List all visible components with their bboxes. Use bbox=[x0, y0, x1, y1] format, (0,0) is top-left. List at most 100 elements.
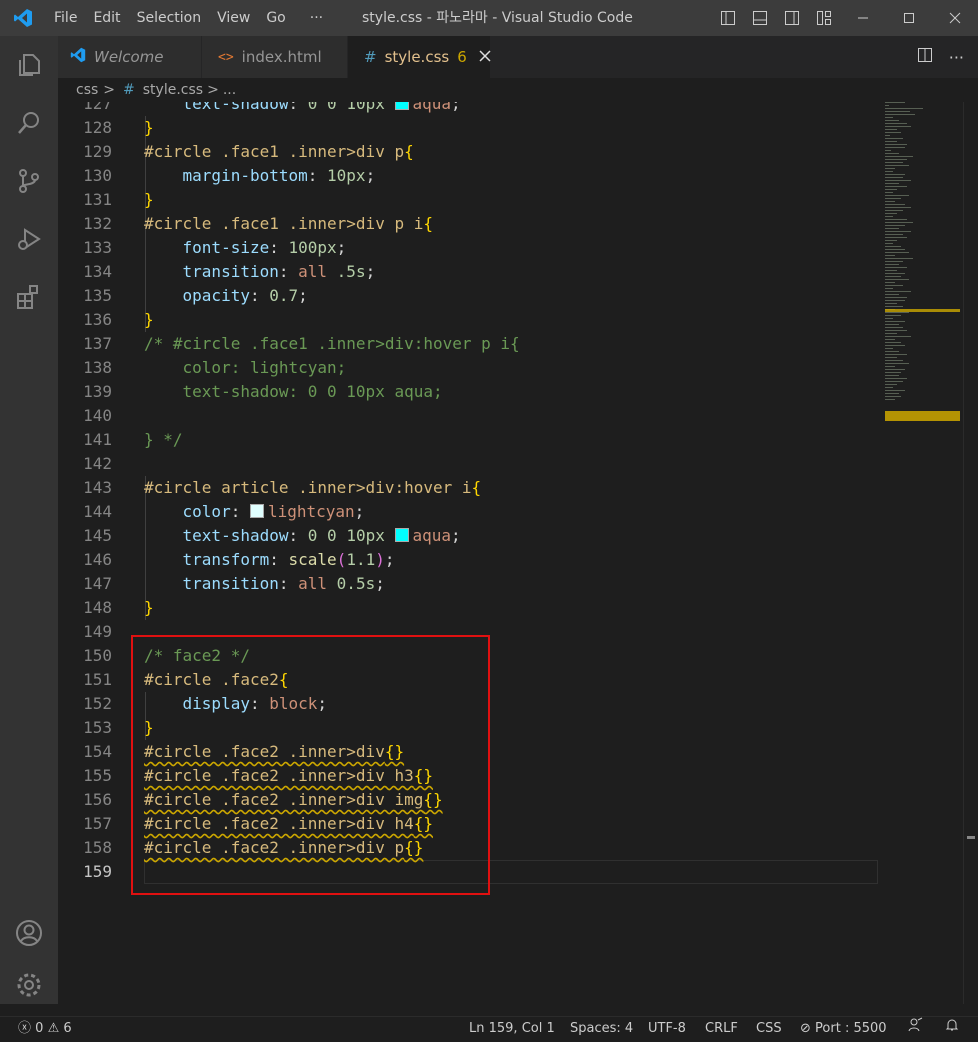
encoding[interactable]: UTF-8 bbox=[648, 1017, 686, 1041]
tab-welcome[interactable]: Welcome bbox=[58, 36, 202, 78]
code-line[interactable]: 144 color: lightcyan; bbox=[58, 500, 878, 524]
line-number: 130 bbox=[83, 166, 112, 185]
maximize-icon[interactable] bbox=[886, 0, 932, 36]
code-line[interactable]: 131} bbox=[58, 188, 878, 212]
live-server-port[interactable]: ⊘ Port : 5500 bbox=[800, 1017, 887, 1041]
window-title: style.css - 파노라마 - Visual Studio Code bbox=[362, 10, 633, 26]
more-actions-icon[interactable]: ··· bbox=[949, 48, 964, 67]
breadcrumb-file[interactable]: style.css bbox=[143, 82, 203, 98]
code-line[interactable]: 134 transition: all .5s; bbox=[58, 260, 878, 284]
toggle-secondary-sidebar-icon[interactable] bbox=[776, 0, 808, 36]
code-line[interactable]: 143 #circle article .inner>div:hover i{ bbox=[58, 476, 878, 500]
vertical-scrollbar[interactable] bbox=[963, 102, 978, 1004]
color-swatch[interactable] bbox=[394, 528, 409, 542]
feedback-icon[interactable] bbox=[907, 1017, 923, 1042]
line-number: 142 bbox=[83, 454, 112, 473]
code-line[interactable]: 136} bbox=[58, 308, 878, 332]
line-number: 153 bbox=[83, 718, 112, 737]
code-line[interactable]: 129 #circle .face1 .inner>div p{ bbox=[58, 140, 878, 164]
menu-file[interactable]: File bbox=[46, 0, 85, 36]
cursor-position[interactable]: Ln 159, Col 1 bbox=[469, 1017, 555, 1041]
line-number: 147 bbox=[83, 574, 112, 593]
line-number: 157 bbox=[83, 814, 112, 833]
split-editor-icon[interactable] bbox=[917, 47, 933, 67]
code-line[interactable]: 146 transform: scale(1.1); bbox=[58, 548, 878, 572]
line-number: 129 bbox=[83, 142, 112, 161]
code-line[interactable]: 135 opacity: 0.7; bbox=[58, 284, 878, 308]
run-debug-icon[interactable] bbox=[0, 210, 58, 268]
code-line[interactable]: 128} bbox=[58, 116, 878, 140]
explorer-icon[interactable] bbox=[0, 36, 58, 94]
code-text: color: lightcyan; bbox=[144, 358, 347, 377]
accounts-icon[interactable] bbox=[0, 904, 58, 962]
code-line[interactable]: 132 #circle .face1 .inner>div p i{ bbox=[58, 212, 878, 236]
line-number: 136 bbox=[83, 310, 112, 329]
line-number: 134 bbox=[83, 262, 112, 281]
code-text: text-shadow: 0 0 10px aqua; bbox=[182, 526, 461, 545]
extensions-icon[interactable] bbox=[0, 268, 58, 326]
toggle-panel-icon[interactable] bbox=[744, 0, 776, 36]
warning-count: 6 bbox=[63, 1021, 72, 1036]
title-bar: File Edit Selection View Go ··· style.cs… bbox=[0, 0, 978, 36]
menu-view[interactable]: View bbox=[209, 0, 258, 36]
code-line[interactable]: 147 transition: all 0.5s; bbox=[58, 572, 878, 596]
vscode-logo-icon bbox=[0, 0, 46, 36]
code-line[interactable]: 130 margin-bottom: 10px; bbox=[58, 164, 878, 188]
vscode-icon bbox=[70, 47, 86, 67]
tab-style-css[interactable]: # style.css 6 bbox=[348, 36, 491, 78]
code-text: opacity: 0.7; bbox=[182, 286, 308, 305]
code-line[interactable]: 142 bbox=[58, 452, 878, 476]
source-control-icon[interactable] bbox=[0, 152, 58, 210]
menu-go[interactable]: Go bbox=[258, 0, 293, 36]
tab-index-html[interactable]: <> index.html bbox=[202, 36, 348, 78]
port-label: Port : 5500 bbox=[815, 1021, 887, 1036]
settings-gear-icon[interactable] bbox=[0, 956, 58, 1014]
code-line[interactable]: 141} */ bbox=[58, 428, 878, 452]
code-line[interactable]: 127 text-shadow: 0 0 10px aqua; bbox=[58, 102, 878, 116]
activity-bar bbox=[0, 36, 58, 1004]
breadcrumb-folder[interactable]: css bbox=[76, 82, 98, 98]
status-bar: ⓧ 0 ⚠ 6 Ln 159, Col 1 Spaces: 4 UTF-8 CR… bbox=[0, 1016, 978, 1041]
toggle-primary-sidebar-icon[interactable] bbox=[712, 0, 744, 36]
end-of-line[interactable]: CRLF bbox=[705, 1017, 738, 1041]
breadcrumb-symbol[interactable]: ... bbox=[223, 82, 236, 98]
code-line[interactable]: 133 font-size: 100px; bbox=[58, 236, 878, 260]
notifications-bell-icon[interactable] bbox=[944, 1017, 960, 1042]
code-line[interactable]: 138 color: lightcyan; bbox=[58, 356, 878, 380]
code-text: } bbox=[144, 310, 154, 329]
customize-layout-icon[interactable] bbox=[808, 0, 840, 36]
highlight-box bbox=[131, 635, 490, 895]
code-text: } */ bbox=[144, 430, 183, 449]
error-icon: ⓧ bbox=[18, 1021, 32, 1036]
html-icon: <> bbox=[218, 49, 234, 65]
minimize-icon[interactable] bbox=[840, 0, 886, 36]
editor-tab-bar: Welcome <> index.html # style.css 6 ··· bbox=[58, 36, 978, 78]
search-icon[interactable] bbox=[0, 94, 58, 152]
close-window-icon[interactable] bbox=[932, 0, 978, 36]
indentation[interactable]: Spaces: 4 bbox=[570, 1017, 633, 1041]
code-line[interactable]: 145 text-shadow: 0 0 10px aqua; bbox=[58, 524, 878, 548]
code-line[interactable]: 137 /* #circle .face1 .inner>div:hover p … bbox=[58, 332, 878, 356]
line-number: 137 bbox=[83, 334, 112, 353]
code-text: font-size: 100px; bbox=[182, 238, 347, 257]
problems-indicator[interactable]: ⓧ 0 ⚠ 6 bbox=[18, 1017, 72, 1041]
menu-more[interactable]: ··· bbox=[294, 0, 331, 36]
code-line[interactable]: 148} bbox=[58, 596, 878, 620]
code-line[interactable]: 139 text-shadow: 0 0 10px aqua; bbox=[58, 380, 878, 404]
color-swatch[interactable] bbox=[394, 102, 409, 110]
menu-selection[interactable]: Selection bbox=[129, 0, 210, 36]
line-number: 139 bbox=[83, 382, 112, 401]
line-number: 138 bbox=[83, 358, 112, 377]
breadcrumb-separator: > bbox=[207, 82, 219, 98]
menu-edit[interactable]: Edit bbox=[85, 0, 128, 36]
code-text: #circle .face1 .inner>div p i{ bbox=[144, 214, 433, 233]
close-tab-icon[interactable] bbox=[479, 48, 491, 66]
code-line[interactable]: 140 bbox=[58, 404, 878, 428]
code-text: transition: all .5s; bbox=[182, 262, 376, 281]
language-mode[interactable]: CSS bbox=[756, 1017, 782, 1041]
line-number: 154 bbox=[83, 742, 112, 761]
color-swatch[interactable] bbox=[249, 504, 264, 518]
breadcrumb: css > # style.css > ... bbox=[58, 78, 978, 102]
hash-icon: # bbox=[123, 82, 135, 98]
minimap[interactable] bbox=[878, 102, 964, 1004]
